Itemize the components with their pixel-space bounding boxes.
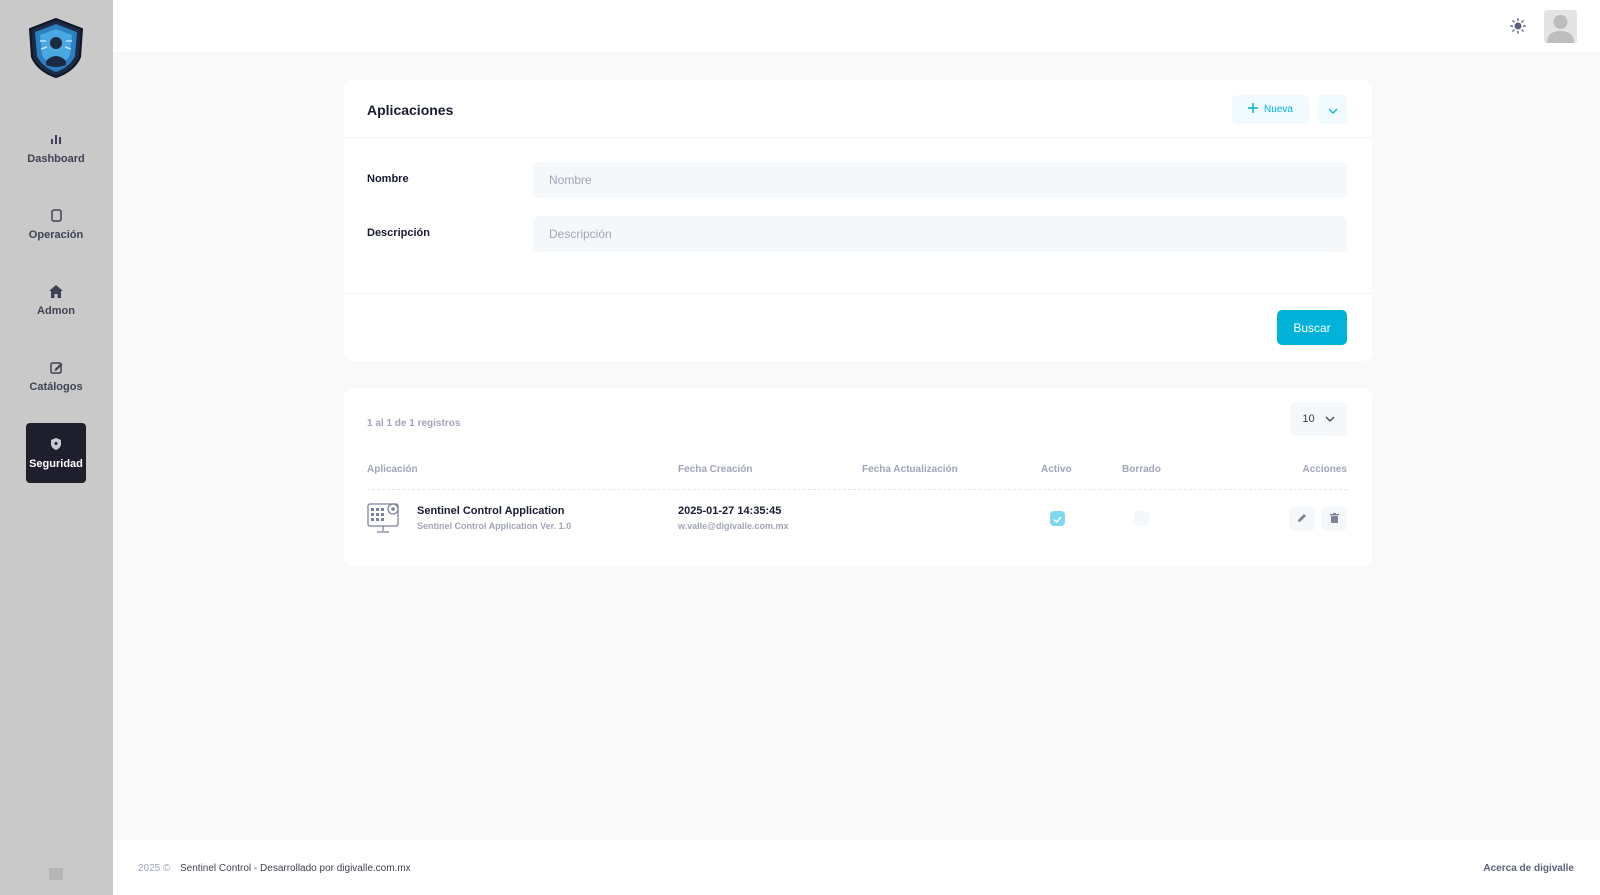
bar-chart-icon [48,131,64,147]
sun-icon[interactable] [1508,16,1528,36]
chevron-down-icon [1325,413,1335,425]
plus-icon [1248,103,1259,116]
nombre-label: Nombre [367,173,409,185]
deleted-checkbox[interactable] [1134,511,1149,526]
shield-logo-icon[interactable] [26,17,86,79]
page-title: Aplicaciones [367,102,454,118]
divider [344,293,1372,294]
more-options-button[interactable] [1318,95,1347,124]
user-icon [1547,15,1574,43]
divider [367,489,1347,490]
created-date: 2025-01-27 14:35:45 [678,505,782,517]
page-size-select[interactable]: 10 [1290,402,1347,436]
home-icon [48,283,64,299]
footer-text: Sentinel Control - Desarrollado por digi… [180,863,411,874]
footer-year: 2025 © [138,863,171,874]
new-button[interactable]: Nueva [1232,95,1309,124]
chevron-down-icon [1328,101,1338,119]
results-card: 1 al 1 de 1 registros 10 Aplicación Fech… [344,388,1372,566]
search-button[interactable]: Buscar [1277,310,1347,345]
trash-icon [1329,510,1339,528]
column-header-acciones: Acciones [1302,464,1347,475]
edit-icon [48,359,64,375]
divider [344,137,1372,138]
sidebar-item-label: Seguridad [29,458,83,470]
delete-button[interactable] [1321,507,1347,531]
column-header-fecha-actualizacion[interactable]: Fecha Actualización [862,464,958,475]
shield-icon [48,436,64,452]
sidebar-item-label: Operación [28,229,84,241]
sidebar-item-seguridad[interactable]: Seguridad [26,423,86,483]
sidebar-item-operacion[interactable]: Operación [26,194,86,254]
copy-icon [48,207,64,223]
user-avatar[interactable] [1544,10,1577,43]
application-name: Sentinel Control Application [417,505,565,517]
footer: 2025 © Sentinel Control - Desarrollado p… [113,840,1600,895]
descripcion-label: Descripción [367,227,430,239]
collapse-icon[interactable] [49,868,63,880]
top-header [113,0,1600,52]
sidebar-item-catalogos[interactable]: Catálogos [26,346,86,406]
sidebar-item-admon[interactable]: Admon [26,270,86,330]
active-checkbox[interactable] [1050,511,1065,526]
check-icon [1053,510,1062,528]
column-header-borrado[interactable]: Borrado [1122,464,1161,475]
column-header-fecha-creacion[interactable]: Fecha Creación [678,464,752,475]
created-by: w.valle@digivalle.com.mx [678,521,789,531]
column-header-aplicacion[interactable]: Aplicación [367,464,418,475]
edit-button[interactable] [1289,507,1315,531]
column-header-activo[interactable]: Activo [1041,464,1072,475]
new-button-label: Nueva [1264,104,1293,115]
about-link[interactable]: Acerca de digivalle [1483,863,1574,874]
application-description: Sentinel Control Application Ver. 1.0 [417,521,572,531]
sidebar-item-label: Dashboard [27,153,85,165]
application-settings-icon [367,501,401,535]
sidebar-item-label: Admon [37,305,75,317]
search-card: Aplicaciones Nueva Nombre Descripción Bu… [344,80,1372,361]
nombre-input[interactable] [533,162,1347,198]
sidebar: Dashboard Operación Admon Catálogos Segu… [0,0,113,895]
sidebar-item-dashboard[interactable]: Dashboard [26,118,86,178]
descripcion-input[interactable] [533,216,1347,252]
page-size-value: 10 [1302,413,1315,425]
sidebar-item-label: Catálogos [29,381,83,393]
pencil-icon [1297,510,1307,528]
records-count: 1 al 1 de 1 registros [367,418,461,429]
